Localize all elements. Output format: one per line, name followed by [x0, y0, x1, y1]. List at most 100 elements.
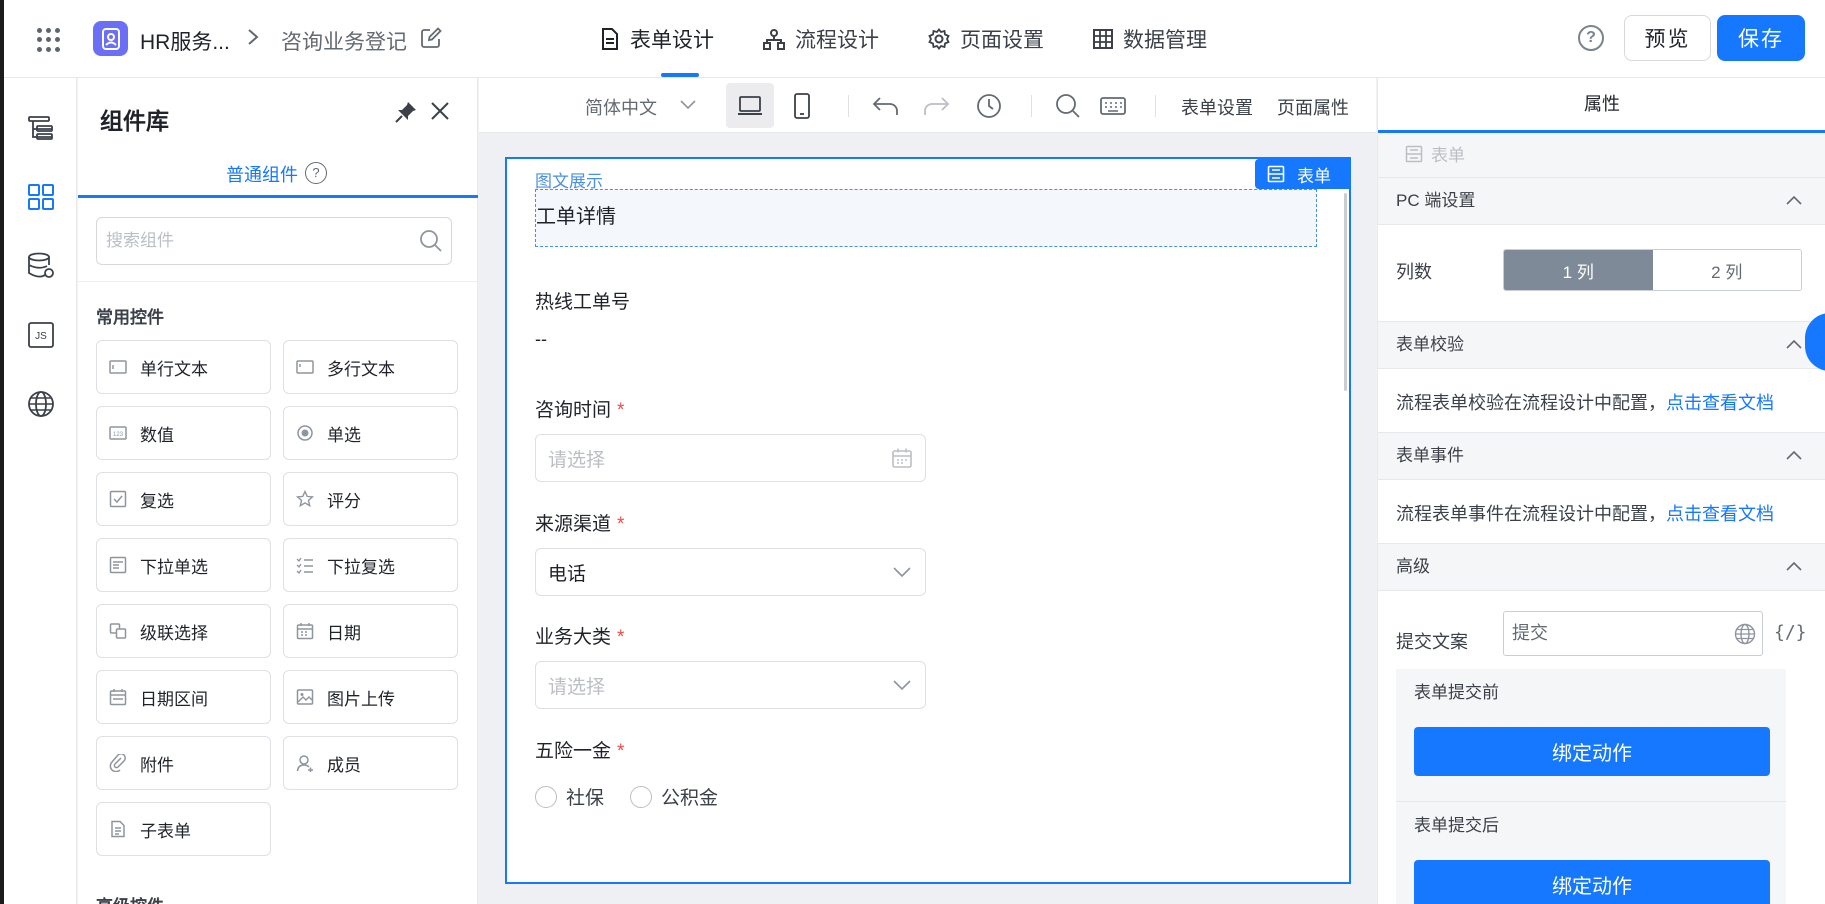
app-name[interactable]: HR服务...: [140, 26, 230, 56]
desktop-icon: [738, 95, 762, 115]
component-dropdown-single[interactable]: 下拉单选: [96, 538, 271, 592]
svg-text:123: 123: [113, 432, 124, 438]
star-icon: [296, 490, 314, 508]
tab-data-management[interactable]: 数据管理: [1093, 0, 1207, 78]
component-label: 图片上传: [327, 689, 395, 709]
view-docs-link[interactable]: 点击查看文档: [1666, 393, 1774, 413]
section-pc-settings[interactable]: PC 端设置: [1378, 177, 1825, 224]
component-cascade[interactable]: 级联选择: [96, 604, 271, 658]
component-checkbox[interactable]: 复选: [96, 472, 271, 526]
select-value: 电话: [548, 563, 587, 585]
preview-button[interactable]: 预览: [1624, 15, 1711, 61]
component-label: 附件: [140, 755, 174, 775]
component-date-range[interactable]: 日期区间: [96, 670, 271, 724]
undo-button[interactable]: [862, 83, 910, 128]
mobile-view-button[interactable]: [778, 83, 826, 128]
chevron-down-icon: [893, 567, 911, 578]
chevron-up-icon: [1786, 339, 1802, 349]
search-icon[interactable]: [419, 229, 443, 253]
business-category-select[interactable]: 请选择: [535, 661, 926, 709]
form-canvas[interactable]: 表单 图文展示 工单详情 热线工单号 -- 咨询时间 * 请选择 来源渠道 * 电话…: [505, 157, 1351, 884]
language-select[interactable]: 简体中文: [585, 94, 657, 120]
section-title: PC 端设置: [1396, 191, 1476, 210]
columns-option-2[interactable]: 2 列: [1652, 250, 1801, 290]
page-properties-link[interactable]: 页面属性: [1277, 94, 1349, 120]
component-sub-form[interactable]: 子表单: [96, 802, 271, 856]
chevron-up-icon: [1786, 561, 1802, 571]
data-source-icon[interactable]: [26, 251, 56, 281]
globe-icon[interactable]: [26, 389, 56, 419]
component-label: 单选: [327, 425, 361, 445]
breadcrumb-separator: [246, 26, 260, 54]
submit-text-input[interactable]: 提交: [1503, 611, 1763, 656]
keyboard-button[interactable]: [1089, 83, 1137, 128]
search-canvas-button[interactable]: [1044, 83, 1092, 128]
js-icon[interactable]: JS: [26, 320, 56, 350]
component-single-line-text[interactable]: 单行文本: [96, 340, 271, 394]
tab-underline: [78, 195, 478, 198]
picture-text-content: 工单详情: [536, 206, 616, 228]
component-multi-line-text[interactable]: 多行文本: [283, 340, 458, 394]
canvas-scrollbar[interactable]: [1344, 193, 1347, 391]
consult-time-picker[interactable]: 请选择: [535, 434, 926, 482]
tab-flow-design[interactable]: 流程设计: [763, 0, 879, 78]
bind-action-button[interactable]: 绑定动作: [1414, 727, 1770, 776]
expression-button[interactable]: {/}: [1774, 622, 1807, 643]
component-grid: 单行文本 多行文本 123 数值 单选 复选 评分 下拉单选 下拉复选 级联选择…: [96, 340, 462, 856]
component-dropdown-multi[interactable]: 下拉复选: [283, 538, 458, 592]
field-label-source-channel: 来源渠道 *: [535, 514, 625, 535]
section-advanced[interactable]: 高级: [1378, 543, 1825, 590]
tab-form-design[interactable]: 表单设计: [600, 0, 714, 78]
component-rating[interactable]: 评分: [283, 472, 458, 526]
globe-icon[interactable]: [1734, 623, 1756, 645]
form-settings-link[interactable]: 表单设置: [1181, 94, 1253, 120]
divider: [1031, 95, 1032, 117]
component-search: [96, 217, 452, 265]
mobile-icon: [794, 92, 810, 119]
radio-social-security[interactable]: [535, 785, 557, 808]
field-value-hotline-no: --: [535, 329, 547, 349]
hook-title: 表单提交前: [1414, 683, 1499, 702]
tab-page-settings[interactable]: 页面设置: [928, 0, 1044, 78]
svg-text:JS: JS: [35, 331, 47, 342]
component-radio[interactable]: 单选: [283, 406, 458, 460]
form-selection-badge[interactable]: 表单: [1255, 159, 1349, 189]
components-grid-icon[interactable]: [26, 182, 56, 212]
tab-label: 数据管理: [1123, 29, 1207, 52]
radio-housing-fund[interactable]: [630, 785, 653, 808]
search-input[interactable]: [97, 218, 397, 264]
section-form-validation[interactable]: 表单校验: [1378, 321, 1825, 368]
chevron-down-icon: [893, 680, 911, 691]
outline-tree-icon[interactable]: [26, 113, 56, 143]
number-icon: 123: [109, 426, 127, 440]
section-form-events[interactable]: 表单事件: [1378, 432, 1825, 479]
component-panel: 组件库 普通组件 ? 常用控件 单行文本 多行文本: [78, 78, 478, 904]
save-button[interactable]: 保存: [1717, 15, 1805, 61]
chevron-down-icon[interactable]: [679, 97, 697, 111]
component-number[interactable]: 123 数值: [96, 406, 271, 460]
picture-text-block[interactable]: 工单详情: [535, 189, 1317, 247]
cascade-icon: [109, 623, 127, 639]
gear-icon: [928, 28, 950, 50]
component-label: 单行文本: [140, 359, 208, 379]
help-icon[interactable]: ?: [305, 162, 327, 184]
tab-normal-components[interactable]: 普通组件 ?: [78, 78, 478, 198]
properties-tab[interactable]: 属性: [1378, 78, 1825, 133]
section-title-advanced: 高级控件: [96, 892, 164, 904]
columns-option-1[interactable]: 1 列: [1504, 250, 1653, 290]
help-icon[interactable]: ?: [1578, 25, 1604, 51]
desktop-view-button[interactable]: [726, 83, 774, 128]
component-attachment[interactable]: 附件: [96, 736, 271, 790]
edit-icon[interactable]: [420, 27, 442, 54]
redo-button[interactable]: [912, 83, 960, 128]
history-button[interactable]: [965, 83, 1013, 128]
bind-action-button[interactable]: 绑定动作: [1414, 860, 1770, 904]
app-grid-icon[interactable]: [37, 28, 61, 52]
component-date[interactable]: 日期: [283, 604, 458, 658]
radio-label: 社保: [566, 788, 605, 809]
view-docs-link[interactable]: 点击查看文档: [1666, 504, 1774, 524]
checkbox-icon: [109, 490, 127, 508]
component-member[interactable]: 成员: [283, 736, 458, 790]
component-image-upload[interactable]: 图片上传: [283, 670, 458, 724]
source-channel-select[interactable]: 电话: [535, 548, 926, 596]
